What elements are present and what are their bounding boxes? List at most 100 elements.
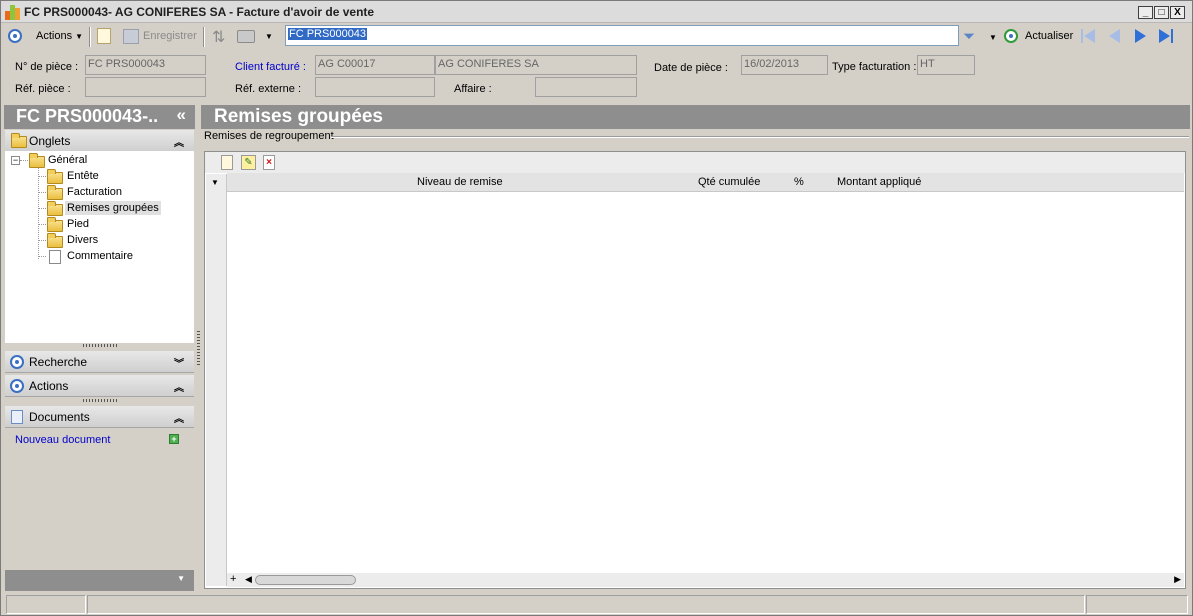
numero-piece-label: N° de pièce : — [15, 61, 79, 73]
actions-menu-button[interactable]: Actions ▼ — [36, 30, 83, 42]
row-selector-column: ▼ — [206, 174, 227, 586]
new-document-icon[interactable] — [97, 28, 111, 44]
actions-circle-icon — [10, 379, 24, 393]
column-header-percent[interactable]: % — [794, 176, 804, 188]
next-record-icon[interactable] — [1135, 29, 1146, 43]
window-title: FC PRS000043- AG CONIFERES SA - Facture … — [24, 5, 375, 19]
collapse-up-icon[interactable]: ︽ — [174, 134, 184, 149]
application-window: FC PRS000043- AG CONIFERES SA - Facture … — [0, 0, 1193, 616]
status-bar — [4, 595, 1190, 614]
refresh-button[interactable]: Actualiser — [1025, 30, 1073, 42]
ref-piece-label: Réf. pièce : — [15, 83, 71, 95]
documents-label: Documents — [29, 410, 90, 424]
scrollbar-thumb[interactable] — [255, 575, 356, 585]
delete-row-icon[interactable]: × — [263, 155, 275, 170]
dropdown-arrow-icon: ▼ — [75, 32, 84, 41]
documents-section-header[interactable]: Documents ︽ — [5, 406, 194, 428]
previous-record-icon[interactable] — [1109, 29, 1120, 43]
left-panel-header: FC PRS000043-.. « — [4, 105, 195, 129]
client-code-field[interactable]: AG C00017 — [315, 55, 435, 75]
filter-icon[interactable]: ⏷ — [963, 28, 975, 45]
collapse-panel-icon[interactable]: « — [177, 105, 186, 125]
filter-dropdown-icon[interactable]: ▼ — [989, 33, 997, 42]
maximize-button[interactable]: □ — [1154, 6, 1169, 19]
status-cell — [1086, 595, 1188, 614]
ref-piece-field[interactable] — [85, 77, 206, 97]
horizontal-scrollbar[interactable]: + ◀ ▶ — [227, 573, 1184, 587]
print-icon[interactable] — [237, 30, 255, 43]
tree-connector — [38, 192, 46, 193]
left-panel-footer: ▼ — [5, 570, 194, 591]
tree-connector — [38, 224, 46, 225]
date-piece-field[interactable]: 16/02/2013 — [741, 55, 828, 75]
first-record-icon[interactable] — [1081, 29, 1095, 43]
column-header-niveau[interactable]: Niveau de remise — [417, 176, 503, 188]
group-box-line — [331, 136, 1189, 138]
page-title: Remises groupées — [201, 105, 1190, 129]
column-header-qte[interactable]: Qté cumulée — [698, 176, 760, 188]
actions-section-header[interactable]: Actions ︽ — [5, 375, 194, 397]
grid-header-row: Niveau de remise Qté cumulée % Montant a… — [227, 173, 1184, 192]
tree-connector — [38, 240, 46, 241]
document-search-input[interactable]: FC PRS000043 — [285, 25, 959, 46]
folder-open-icon — [47, 201, 63, 216]
title-bar: FC PRS000043- AG CONIFERES SA - Facture … — [1, 1, 1192, 23]
collapse-up-icon[interactable]: ︽ — [174, 410, 184, 425]
client-name-field[interactable]: AG CONIFERES SA — [435, 55, 637, 75]
navigation-circle-icon[interactable] — [8, 29, 22, 43]
onglets-section-header[interactable]: Onglets ︽ — [5, 130, 194, 152]
new-document-link[interactable]: Nouveau document — [15, 434, 110, 446]
ref-externe-field[interactable] — [315, 77, 435, 97]
refresh-icon[interactable] — [1004, 29, 1018, 43]
type-facturation-field[interactable]: HT — [917, 55, 975, 75]
splitter-grip[interactable] — [83, 344, 117, 347]
numero-piece-field[interactable]: FC PRS000043 — [85, 55, 206, 75]
type-facturation-label: Type facturation : — [832, 61, 917, 73]
tabs-tree: − Général Entête Facturation Remises gro… — [5, 151, 194, 343]
tree-item-pied[interactable]: Pied — [67, 218, 89, 230]
recherche-section-header[interactable]: Recherche ︾ — [5, 351, 194, 373]
tree-collapse-toggle-icon[interactable]: − — [11, 156, 20, 165]
expand-down-icon[interactable]: ︾ — [174, 355, 184, 370]
folder-icon — [47, 233, 63, 248]
onglets-label: Onglets — [29, 134, 71, 148]
save-button[interactable]: Enregistrer — [143, 30, 197, 42]
last-record-icon[interactable] — [1159, 29, 1173, 43]
tree-item-divers[interactable]: Divers — [67, 234, 98, 246]
new-row-icon[interactable] — [221, 155, 233, 170]
client-facture-link[interactable]: Client facturé : — [235, 61, 306, 73]
tree-item-entete[interactable]: Entête — [67, 170, 99, 182]
tree-item-facturation[interactable]: Facturation — [67, 186, 122, 198]
actions-menu-label: Actions — [36, 30, 73, 42]
recherche-label: Recherche — [29, 355, 88, 369]
documents-icon — [11, 410, 23, 424]
tree-item-general[interactable]: Général — [48, 154, 87, 166]
close-button[interactable]: X — [1170, 6, 1185, 19]
status-cell — [6, 595, 86, 614]
tree-connector — [38, 256, 46, 257]
column-chooser-icon[interactable]: ▼ — [211, 178, 219, 187]
edit-row-icon[interactable]: ✎ — [241, 155, 256, 170]
document-icon — [49, 250, 61, 264]
scroll-right-icon[interactable]: ▶ — [1174, 574, 1181, 585]
minimize-button[interactable]: _ — [1138, 6, 1153, 19]
tree-item-commentaire[interactable]: Commentaire — [67, 250, 133, 262]
tree-connector — [38, 167, 39, 259]
tree-item-remises-groupees[interactable]: Remises groupées — [65, 201, 161, 215]
vertical-splitter-grip[interactable] — [197, 331, 200, 365]
grid-toolbar: ✎ × — [205, 152, 1185, 173]
scroll-left-icon[interactable]: ◀ — [245, 574, 252, 585]
save-icon[interactable] — [123, 29, 139, 44]
grid-body[interactable] — [227, 193, 1184, 573]
splitter-grip[interactable] — [83, 399, 117, 402]
sync-icon[interactable]: ⇅ — [212, 27, 225, 47]
expand-down-icon[interactable]: ▼ — [177, 574, 185, 583]
column-header-montant[interactable]: Montant appliqué — [837, 176, 921, 188]
folder-icon — [47, 217, 63, 232]
add-document-icon[interactable]: + — [169, 434, 179, 444]
add-row-icon[interactable]: + — [230, 573, 236, 585]
collapse-up-icon[interactable]: ︽ — [174, 379, 184, 394]
app-logo-icon — [5, 5, 20, 20]
print-dropdown-icon[interactable]: ▼ — [265, 32, 273, 41]
affaire-field[interactable] — [535, 77, 637, 97]
